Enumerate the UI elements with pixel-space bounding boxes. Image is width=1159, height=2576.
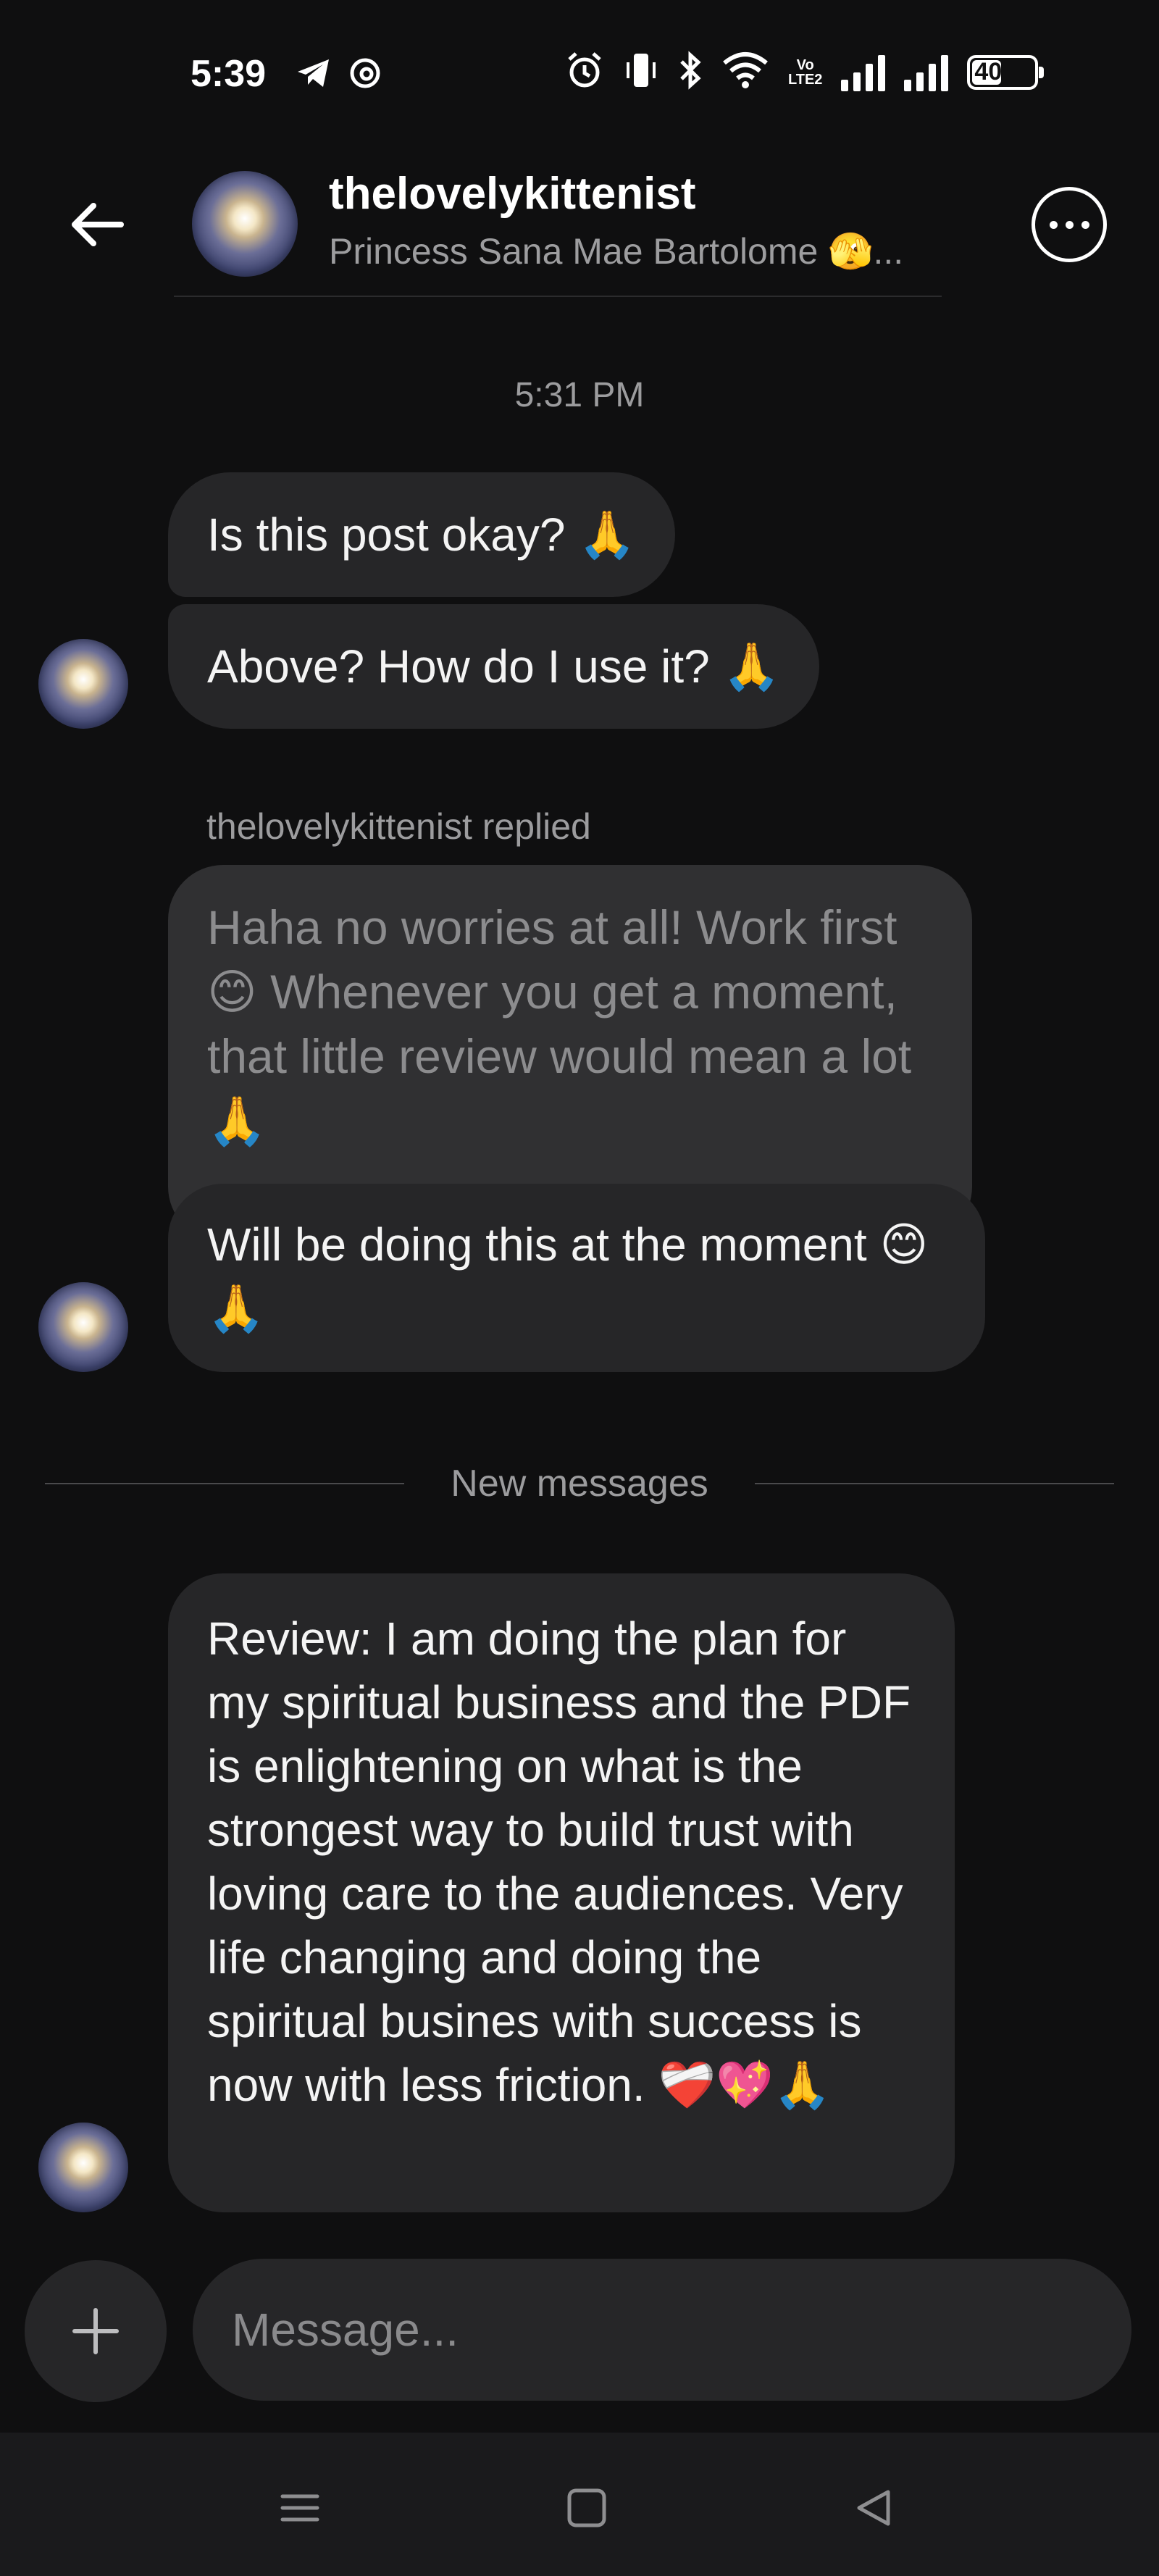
- battery-level: 40: [974, 58, 1003, 85]
- battery-icon: 40: [967, 54, 1045, 90]
- signal-icon: [841, 54, 886, 91]
- volte-label: Vo LTE2: [788, 57, 823, 88]
- back-arrow-icon: [72, 203, 124, 246]
- threads-icon: [349, 57, 381, 93]
- message-bubble[interactable]: Is this post okay? 🙏: [168, 472, 675, 597]
- header-avatar[interactable]: [192, 171, 298, 277]
- more-options-button[interactable]: [1032, 187, 1107, 262]
- home-button[interactable]: [551, 2472, 623, 2544]
- add-attachment-button[interactable]: [25, 2260, 167, 2402]
- message-input[interactable]: [193, 2259, 1131, 2401]
- status-right-icons: Vo LTE2 40: [565, 51, 1045, 93]
- back-button[interactable]: [58, 185, 138, 264]
- wifi-icon: [721, 51, 769, 93]
- contact-username[interactable]: thelovelykittenist: [329, 168, 695, 219]
- message-bubble-review[interactable]: Review: I am doing the plan for my spiri…: [168, 1573, 955, 2212]
- status-left-icons: [296, 57, 381, 93]
- divider-line: [754, 1483, 1114, 1484]
- alarm-icon: [565, 51, 604, 93]
- back-nav-button[interactable]: [837, 2472, 910, 2544]
- telegram-icon: [296, 57, 332, 93]
- new-messages-label: New messages: [451, 1463, 708, 1505]
- menu-icon: [280, 2494, 319, 2522]
- contact-fullname[interactable]: Princess Sana Mae Bartolome 🫣...: [329, 230, 903, 273]
- signal-icon-2: [904, 54, 949, 91]
- plus-icon: [72, 2308, 119, 2354]
- reply-label: thelovelykittenist replied: [206, 806, 591, 847]
- header-divider: [174, 296, 942, 297]
- sender-avatar[interactable]: [38, 2123, 128, 2212]
- new-messages-divider: New messages: [45, 1462, 1114, 1505]
- message-timestamp: 5:31 PM: [514, 376, 645, 414]
- bluetooth-icon: [678, 51, 703, 93]
- message-bubble-reply[interactable]: Will be doing this at the moment 😊🙏: [168, 1184, 985, 1372]
- home-square-icon: [567, 2488, 606, 2527]
- sender-avatar[interactable]: [38, 639, 128, 729]
- message-bubble[interactable]: Above? How do I use it? 🙏: [168, 604, 820, 729]
- recent-apps-button[interactable]: [264, 2472, 336, 2544]
- sender-avatar[interactable]: [38, 1282, 128, 1372]
- vibrate-icon: [623, 51, 659, 93]
- status-time: 5:39: [191, 53, 267, 95]
- divider-line: [45, 1483, 405, 1484]
- back-triangle-icon: [857, 2490, 890, 2526]
